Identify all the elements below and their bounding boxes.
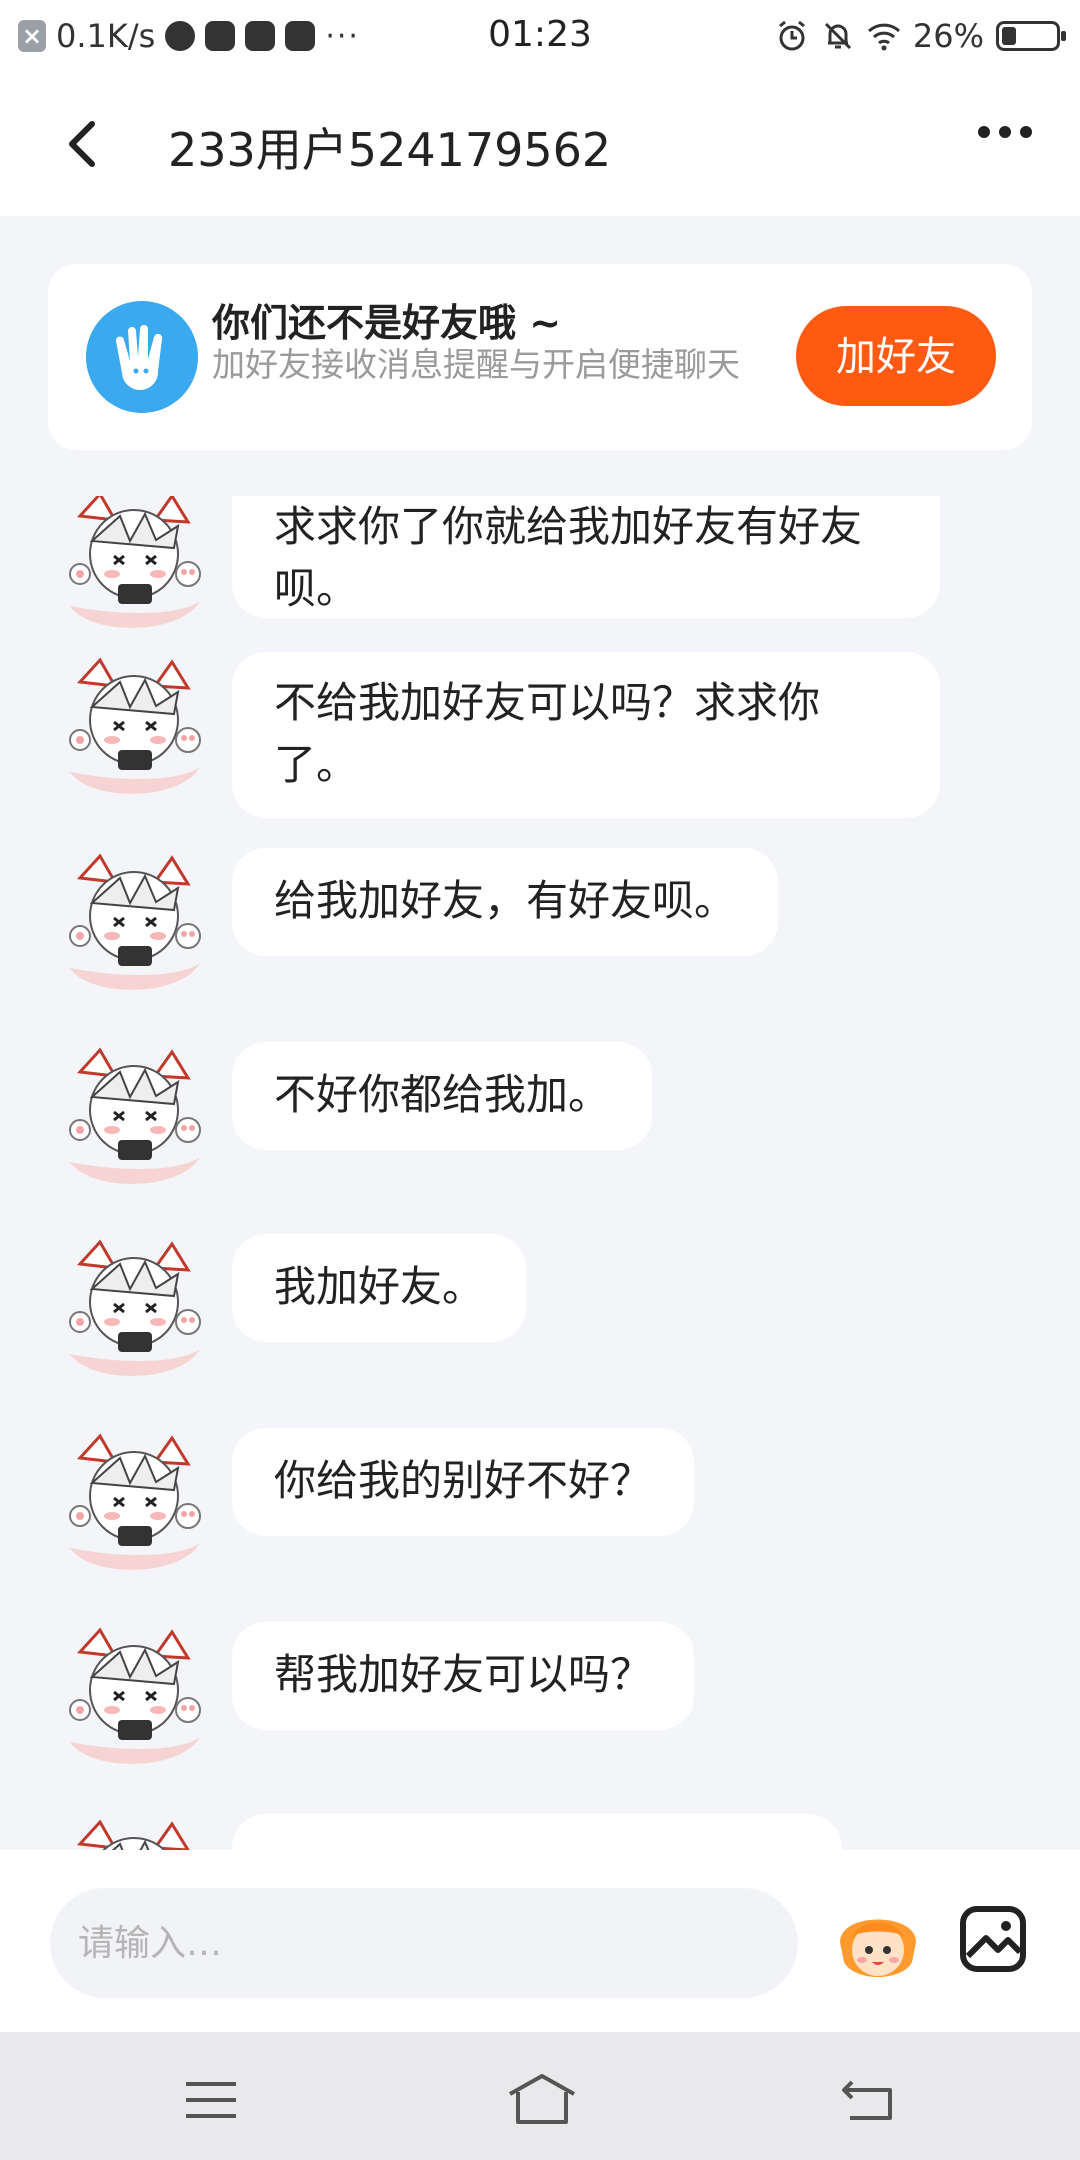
chevron-left-icon[interactable] [58,116,108,172]
input-bar [0,1850,1080,2032]
alarm-icon [778,20,805,51]
waving-hand-icon [86,301,198,413]
message-bubble: 帮我加好友可以吗？ [232,1622,695,1730]
wifi-icon [867,23,900,51]
message-bubble [232,1814,842,1850]
menu-icon[interactable] [184,2080,238,2120]
message-bubble: 不好你都给我加。 [232,1042,653,1150]
message-bubble: 不给我加好友可以吗？求求你了。 [232,652,940,818]
message-list: 求求你了你就给我加好友有好友呗。 不给我加好友可以吗？求求你了。 给我加好友，有… [0,496,1080,1850]
system-nav-bar [0,2032,1080,2160]
add-friend-banner: 你们还不是好友哦 ~ 加好友接收消息提醒与开启便捷聊天 加好友 [48,264,1032,450]
avatar[interactable] [60,652,210,802]
mute-bell-icon [824,22,851,50]
avatar[interactable] [60,1428,210,1578]
page-title: 233用户524179562 [168,123,612,177]
chat-header: 233用户524179562 [0,72,1080,216]
message-bubble: 给我加好友，有好友呗。 [232,848,779,956]
home-icon[interactable] [506,2072,578,2128]
avatar[interactable] [60,1622,210,1772]
status-right: 26% [775,14,1066,58]
banner-subtitle: 加好友接收消息提醒与开启便捷聊天 [212,345,740,384]
banner-title: 你们还不是好友哦 ~ [212,301,562,345]
add-friend-button[interactable]: 加好友 [796,306,996,406]
avatar[interactable] [60,1042,210,1192]
avatar[interactable] [60,848,210,998]
message-bubble: 求求你了你就给我加好友有好友呗。 [232,496,940,618]
back-icon[interactable] [840,2076,896,2124]
message-input[interactable] [50,1888,798,1998]
battery-percent: 26% [912,17,984,55]
avatar[interactable] [60,496,210,636]
more-icon[interactable] [978,126,1032,138]
message-bubble: 你给我的别好不好？ [232,1428,695,1536]
emoji-character-icon[interactable] [832,1902,924,1986]
battery-icon [996,21,1066,51]
battery-level [1002,27,1016,45]
avatar[interactable] [60,1814,210,1850]
message-bubble: 我加好友。 [232,1234,527,1342]
image-icon[interactable] [958,1904,1028,1974]
status-bar: × 0.1K/s ··· 01:23 26% [0,0,1080,72]
avatar[interactable] [60,1234,210,1384]
